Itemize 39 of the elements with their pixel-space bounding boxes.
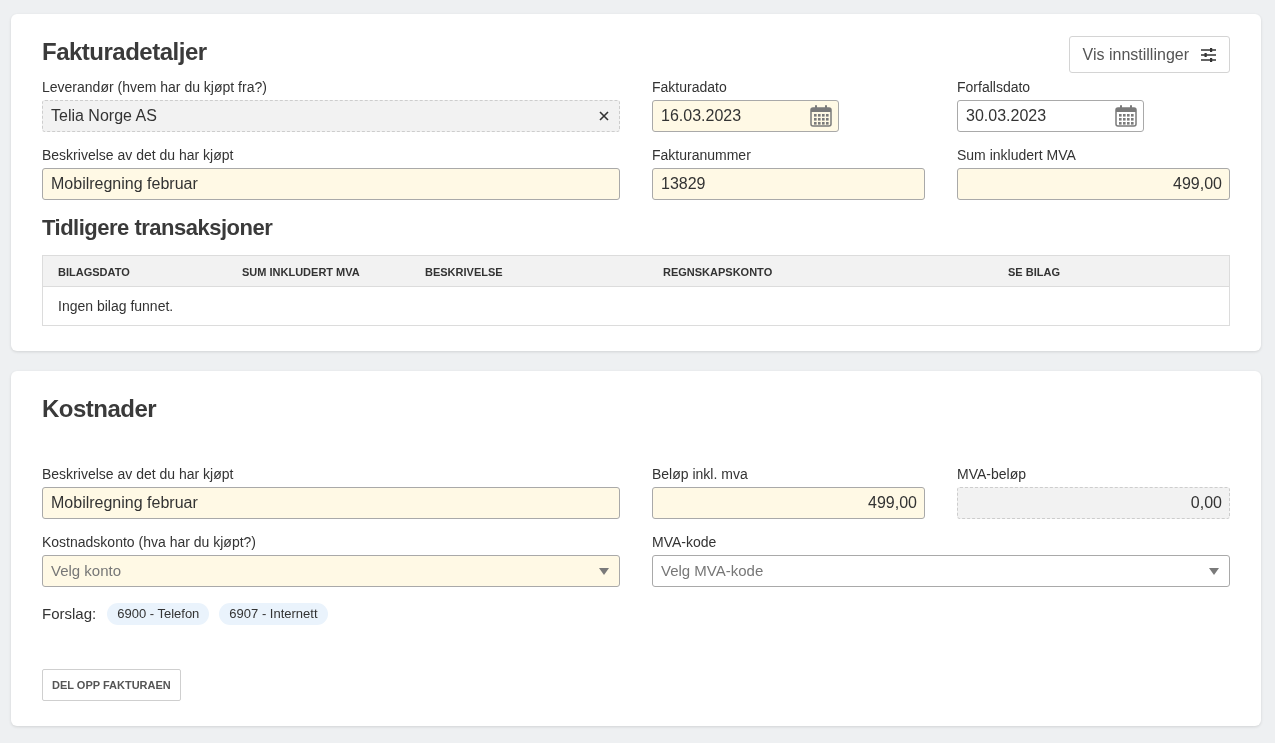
suggestion-chip[interactable]: 6900 - Telefon	[107, 603, 210, 625]
date-field[interactable]: 30.03.2023	[957, 100, 1144, 132]
column-header: BILAGSDATO	[58, 266, 130, 278]
field-label: MVA-beløp	[957, 465, 1026, 484]
caret-down-icon	[1209, 567, 1219, 575]
calendar-icon[interactable]	[1115, 105, 1137, 127]
amount-field[interactable]: 499,00	[652, 487, 925, 519]
field-label: Beløp inkl. mva	[652, 465, 748, 484]
input-field[interactable]: Mobilregning februar	[42, 487, 620, 519]
date-field[interactable]: 16.03.2023	[652, 100, 839, 132]
field-label: Fakturanummer	[652, 146, 751, 165]
field-label: MVA-kode	[652, 533, 717, 552]
section-title: Fakturadetaljer	[42, 37, 207, 67]
section-title: Tidligere transaksjoner	[42, 214, 273, 242]
suggestion-chip[interactable]: 6907 - Internett	[219, 603, 328, 625]
field-label: Kostnadskonto (hva har du kjøpt?)	[42, 533, 256, 552]
field-label: Leverandør (hvem har du kjøpt fra?)	[42, 78, 267, 97]
column-header: SE BILAG	[1008, 266, 1060, 278]
suggestions-label: Forslag:	[42, 603, 97, 624]
input-field[interactable]: 13829	[652, 168, 925, 200]
column-header: REGNSKAPSKONTO	[663, 266, 773, 278]
settings-button[interactable]: Vis innstillinger	[1068, 36, 1230, 73]
field-label: Sum inkludert MVA	[957, 146, 1076, 165]
section-title: Kostnader	[42, 394, 157, 424]
empty-message: Ingen bilag funnet.	[58, 296, 174, 316]
field-label: Beskrivelse av det du har kjøpt	[42, 146, 234, 165]
column-header: BESKRIVELSE	[425, 266, 503, 278]
split-invoice-button[interactable]: DEL OPP FAKTURAEN	[42, 669, 181, 701]
field-label: Beskrivelse av det du har kjøpt	[42, 465, 234, 484]
select-dropdown[interactable]: Velg MVA-kode	[652, 555, 1230, 587]
field-label: Fakturadato	[652, 78, 727, 97]
select-dropdown[interactable]: Velg konto	[42, 555, 620, 587]
caret-down-icon	[599, 567, 609, 575]
sliders-icon	[1201, 47, 1216, 62]
calendar-icon[interactable]	[810, 105, 832, 127]
field-label: Forfallsdato	[957, 78, 1031, 97]
column-header: SUM INKLUDERT MVA	[242, 266, 360, 278]
amount-field[interactable]: 499,00	[957, 168, 1230, 200]
input-field[interactable]: Mobilregning februar	[42, 168, 620, 200]
